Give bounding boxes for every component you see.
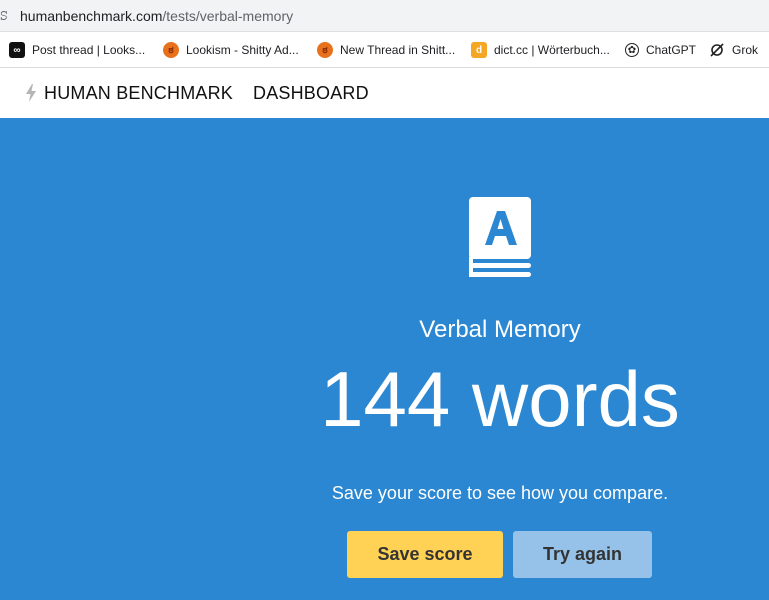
bookmark-label: Post thread | Looks... <box>32 43 146 57</box>
result-panel: Verbal Memory 144 words Save your score … <box>0 118 769 600</box>
bookmark-dictcc[interactable]: d dict.cc | Wörterbuch... <box>471 32 610 68</box>
bookmark-post-thread[interactable]: ∞ Post thread | Looks... <box>9 32 145 68</box>
bookmarks-bar: ∞ Post thread | Looks... ಠ Lookism - Shi… <box>0 32 769 68</box>
bookmark-label: dict.cc | Wörterbuch... <box>494 43 610 57</box>
score-value: 144 words <box>320 355 680 443</box>
url-path: /tests/verbal-memory <box>162 8 294 24</box>
site-info-icon[interactable]: ꕶ <box>0 9 8 24</box>
test-title: Verbal Memory <box>419 316 581 343</box>
bookmark-label: Lookism - Shitty Ad... <box>186 43 299 57</box>
bookmark-grok[interactable]: Grok <box>709 32 758 68</box>
save-score-button[interactable]: Save score <box>347 531 503 578</box>
save-hint-text: Save your score to see how you compare. <box>331 483 669 503</box>
bookmark-new-thread[interactable]: ಠ New Thread in Shitt... <box>317 32 455 68</box>
bookmark-label: Grok <box>732 43 759 57</box>
nav-home-link[interactable]: HUMAN BENCHMARK <box>44 83 233 104</box>
lightning-bolt-icon <box>26 84 36 102</box>
bookmark-lookism[interactable]: ಠ Lookism - Shitty Ad... <box>163 32 299 68</box>
angry-face-icon: ಠ <box>317 42 333 58</box>
dict-icon: d <box>471 42 487 58</box>
grok-icon <box>709 42 725 58</box>
url-host: humanbenchmark.com <box>20 8 163 24</box>
try-again-button[interactable]: Try again <box>513 531 652 578</box>
site-header: HUMAN BENCHMARK DASHBOARD <box>0 68 769 118</box>
address-bar[interactable]: ꕶ humanbenchmark.com/tests/verbal-memory <box>0 0 769 32</box>
meta-infinity-icon: ∞ <box>9 42 25 58</box>
nav-dashboard-link[interactable]: DASHBOARD <box>253 83 369 104</box>
chatgpt-icon: ✿ <box>625 43 639 57</box>
bookmark-label: ChatGPT <box>646 43 697 57</box>
bookmark-chatgpt[interactable]: ✿ ChatGPT <box>625 32 696 68</box>
bookmark-label: New Thread in Shitt... <box>340 43 456 57</box>
angry-face-icon: ಠ <box>163 42 179 58</box>
book-a-icon <box>469 197 531 277</box>
url-field[interactable]: humanbenchmark.com/tests/verbal-memory <box>20 8 293 24</box>
